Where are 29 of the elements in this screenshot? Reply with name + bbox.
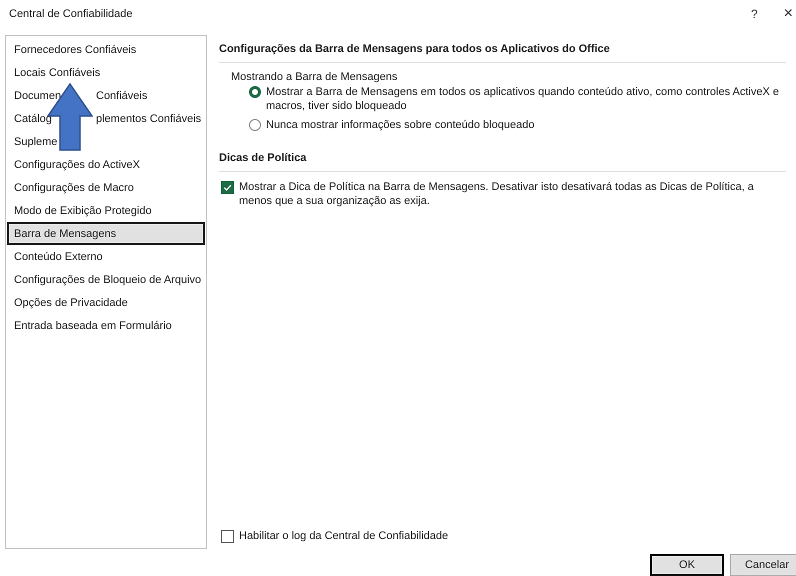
sidebar-item[interactable]: Opções de Privacidade — [7, 291, 205, 314]
sidebar-item[interactable]: Barra de Mensagens — [7, 222, 205, 245]
sidebar-item[interactable]: Configurações de Macro — [7, 176, 205, 199]
sidebar-item[interactable]: Documen Confiáveis — [7, 84, 205, 107]
sidebar-item[interactable]: Supleme — [7, 130, 205, 153]
checkbox[interactable] — [221, 530, 234, 543]
dialog-button[interactable]: OK — [650, 554, 724, 576]
option-label[interactable]: Nunca mostrar informações sobre conteúdo bloqueado — [266, 118, 534, 132]
sidebar-item[interactable]: Locais Confiáveis — [7, 61, 205, 84]
group-label: Mostrando a Barra de Mensagens — [231, 71, 398, 83]
checkbox[interactable] — [221, 181, 234, 194]
section-heading: Dicas de Política — [219, 152, 308, 164]
window-title: Central de Confiabilidade — [9, 8, 134, 20]
sidebar-item[interactable]: Catálog plementos Confiáveis — [7, 107, 205, 130]
option-label[interactable]: Habilitar o log da Central de Confiabilidade — [239, 529, 448, 543]
radio-button[interactable] — [249, 86, 261, 98]
section-heading: Configurações da Barra de Mensagens para todos os Aplicativos do Office — [219, 43, 611, 55]
sidebar-item[interactable]: Entrada baseada em Formulário — [7, 314, 205, 337]
help-button[interactable]: ? — [750, 7, 758, 21]
sidebar-item[interactable]: Modo de Exibição Protegido — [7, 199, 205, 222]
option-label[interactable]: Mostrar a Barra de Mensagens em todos os aplicativos quando conteúdo ativo, como controles ActiveX e macros, tiver sido bloqueado — [266, 85, 786, 113]
sidebar-item[interactable]: Conteúdo Externo — [7, 245, 205, 268]
dialog-button[interactable]: Cancelar — [730, 554, 796, 576]
sidebar-item[interactable]: Configurações de Bloqueio de Arquivo — [7, 268, 205, 291]
sidebar-item[interactable]: Fornecedores Confiáveis — [7, 38, 205, 61]
sidebar-item[interactable]: Configurações do ActiveX — [7, 153, 205, 176]
radio-button[interactable] — [249, 119, 261, 131]
option-label[interactable]: Mostrar a Dica de Política na Barra de Mensagens. Desativar isto desativará todas as Dicas de Política, a menos que a sua organização as exija. — [239, 180, 786, 208]
close-button[interactable]: × — [784, 5, 793, 23]
